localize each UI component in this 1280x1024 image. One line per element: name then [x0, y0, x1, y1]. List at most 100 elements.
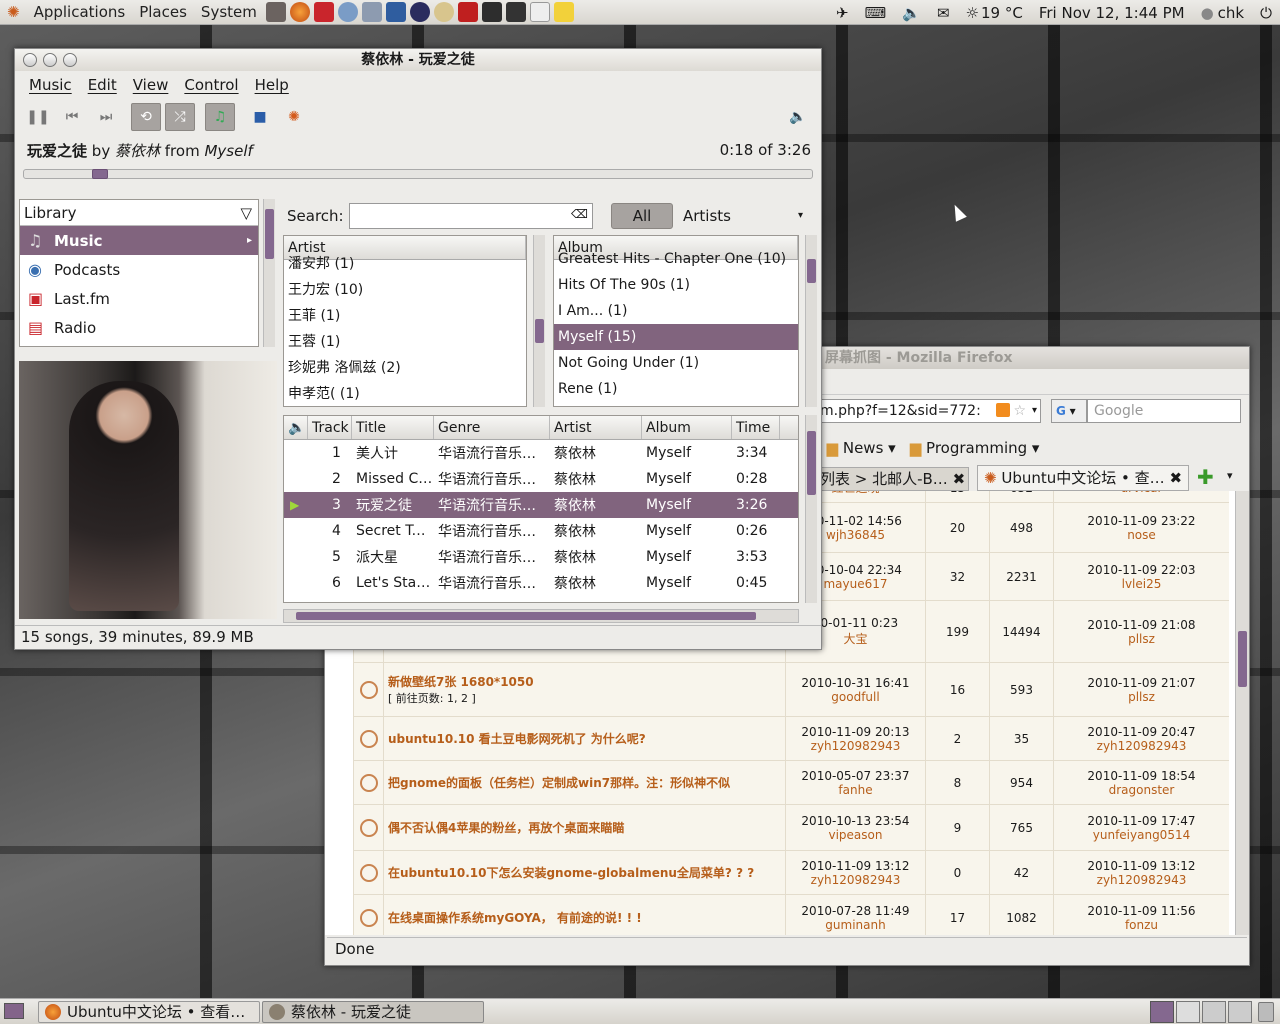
topic-author[interactable]: wjh36845	[826, 528, 885, 542]
artist-item[interactable]: 潘安邦 (1)	[284, 250, 526, 276]
task-rhythmbox[interactable]: 蔡依林 - 玩爱之徒	[262, 1001, 484, 1023]
url-dropdown-icon[interactable]: ▾	[1032, 400, 1037, 422]
library-scrollbar[interactable]	[263, 199, 275, 347]
volume-button[interactable]: 🔈	[783, 103, 813, 131]
topic-author[interactable]: mayue617	[823, 577, 887, 591]
chat-status-icon[interactable]: ●	[1201, 4, 1214, 22]
clear-search-icon[interactable]: ⌫	[571, 207, 588, 221]
track-row[interactable]: 2 Missed Ca… 华语流行音乐… 蔡依林 Myself 0:28	[284, 466, 798, 492]
seek-slider[interactable]	[23, 169, 813, 179]
url-bar[interactable]: m.php?f=12&sid=772: ☆ ▾	[815, 399, 1041, 423]
next-button[interactable]: ⏭	[91, 103, 121, 131]
bookmark-star-icon[interactable]: ☆	[1013, 400, 1026, 422]
workspace-3[interactable]	[1202, 1001, 1226, 1023]
firefox-launcher-icon[interactable]	[289, 2, 310, 22]
menu-places[interactable]: Places	[132, 3, 194, 21]
all-button[interactable]: All	[611, 203, 673, 229]
column-genre[interactable]: Genre	[434, 416, 550, 439]
album-scrollbar[interactable]	[805, 235, 817, 407]
menu-applications[interactable]: Applications	[27, 3, 133, 21]
system-monitor-launcher-icon[interactable]	[505, 2, 526, 22]
topic-link[interactable]: 在线桌面操作系统myGOYA， 有前途的说! ! !	[388, 909, 642, 926]
power-icon[interactable]: ⏻	[1260, 4, 1272, 22]
library-item-radio[interactable]: ▤ Radio	[20, 313, 258, 342]
tab-beiyou[interactable]: 列表 > 北邮人-B… ✖	[805, 467, 969, 491]
library-dropdown[interactable]: Library ▽	[20, 200, 258, 226]
last-post-user[interactable]: dragonster	[1109, 783, 1175, 797]
topic-author[interactable]: 大宝	[843, 630, 867, 647]
album-item[interactable]: I Am... (1)	[554, 298, 798, 324]
artist-item[interactable]: 王力宏 (10)	[284, 276, 526, 302]
artist-item[interactable]: 申孝范( (1)	[284, 380, 526, 406]
ubuntu-one-button[interactable]: ✺	[279, 103, 309, 131]
album-item[interactable]: Myself (15)	[554, 324, 798, 350]
last-post-user[interactable]: zyh120982943	[1097, 739, 1187, 753]
column-track[interactable]: Track	[308, 416, 352, 439]
previous-button[interactable]: ⏮	[57, 103, 87, 131]
weather-temperature[interactable]: 19 °C	[981, 4, 1023, 22]
bookmark-folder-programming[interactable]: ▆ Programming ▾	[910, 439, 1040, 457]
track-row[interactable]: 5 派大星 华语流行音乐… 蔡依林 Myself 3:53	[284, 544, 798, 570]
album-item[interactable]: Greatest Hits - Chapter One (10)	[554, 246, 798, 272]
library-item-music[interactable]: ♫ Music ▸	[20, 226, 258, 255]
last-post-user[interactable]: nose	[1127, 528, 1156, 542]
tab-list-button[interactable]: ▾	[1227, 469, 1233, 482]
app-launcher-icon[interactable]	[433, 2, 454, 22]
pidgin-launcher-icon[interactable]	[337, 2, 358, 22]
track-scrollbar[interactable]	[805, 415, 817, 603]
album-item[interactable]: Rene (1)	[554, 376, 798, 402]
show-desktop-icon[interactable]	[4, 1003, 24, 1019]
close-tab-icon[interactable]: ✖	[1169, 469, 1182, 487]
menu-system[interactable]: System	[194, 3, 264, 21]
album-item[interactable]: Hits Of The 90s (1)	[554, 272, 798, 298]
library-item-podcasts[interactable]: ◉ Podcasts	[20, 255, 258, 284]
user-name[interactable]: chk	[1218, 4, 1244, 22]
search-engine-button[interactable]: G ▾	[1051, 399, 1087, 423]
topic-link[interactable]: 偶不否认偶4苹果的粉丝，再放个桌面来瞄瞄	[388, 819, 624, 836]
close-tab-icon[interactable]: ✖	[953, 470, 966, 488]
last-post-user[interactable]: zyh120982943	[1097, 873, 1187, 887]
column-time[interactable]: Time	[732, 416, 780, 439]
topic-author[interactable]: zyh120982943	[811, 739, 901, 753]
close-window-button[interactable]	[23, 53, 37, 67]
bookmark-folder-news[interactable]: ▆ News ▾	[827, 439, 896, 457]
side-pane-button[interactable]: ♫	[205, 103, 235, 131]
last-post-user[interactable]: drvicar	[1121, 491, 1163, 495]
menu-view[interactable]: View	[133, 76, 169, 94]
topic-link[interactable]: 把gnome的面板（任务栏）定制成win7那样。注：形似神不似	[388, 774, 730, 791]
track-hscroll-thumb[interactable]	[296, 612, 756, 620]
workspace-1[interactable]	[1150, 1001, 1174, 1023]
firefox-scroll-thumb[interactable]	[1238, 631, 1247, 687]
topic-author[interactable]: fanhe	[838, 783, 872, 797]
topic-author[interactable]: 红世之晓	[831, 491, 879, 496]
library-scroll-thumb[interactable]	[265, 209, 274, 259]
search-bar[interactable]: Google	[1087, 399, 1241, 423]
artist-item[interactable]: 王蓉 (1)	[284, 328, 526, 354]
search-input[interactable]: ⌫	[349, 203, 593, 229]
topic-author[interactable]: vipeason	[829, 828, 883, 842]
column-album[interactable]: Album	[642, 416, 732, 439]
network-icon[interactable]: ✈	[836, 4, 849, 22]
trash-icon[interactable]	[1258, 1002, 1274, 1022]
dictionary-launcher-icon[interactable]	[313, 2, 334, 22]
topic-link[interactable]: ubuntu10.10 看土豆电影网死机了 为什么呢?	[388, 730, 646, 747]
topic-author[interactable]: goodfull	[831, 690, 879, 704]
topic-link[interactable]: 在ubuntu10.10下怎么安装gnome-globalmenu全局菜单? ?…	[388, 864, 754, 881]
keyboard-icon[interactable]: ⌨	[865, 4, 887, 22]
topic-link[interactable]: 新做壁纸7张 1680*1050	[388, 673, 534, 690]
workspace-switcher[interactable]	[1150, 1001, 1252, 1023]
topic-author[interactable]: zyh120982943	[811, 873, 901, 887]
weather-icon[interactable]: ☼	[966, 4, 979, 22]
menu-edit[interactable]: Edit	[88, 76, 117, 94]
column-title[interactable]: Title	[352, 416, 434, 439]
last-post-user[interactable]: lvlei25	[1122, 577, 1162, 591]
menu-control[interactable]: Control	[184, 76, 238, 94]
text-editor-launcher-icon[interactable]	[529, 2, 550, 22]
new-tab-button[interactable]: ✚	[1197, 467, 1219, 489]
track-row[interactable]: 4 Secret Tal… 华语流行音乐… 蔡依林 Myself 0:26	[284, 518, 798, 544]
topic-pages[interactable]: [ 前往页数: 1, 2 ]	[388, 690, 476, 706]
album-scroll-thumb[interactable]	[807, 259, 816, 283]
menu-music[interactable]: Music	[29, 76, 72, 94]
browse-filter-select[interactable]: Artists ▾	[681, 203, 807, 229]
task-firefox[interactable]: Ubuntu中文论坛 • 查看…	[38, 1001, 260, 1023]
